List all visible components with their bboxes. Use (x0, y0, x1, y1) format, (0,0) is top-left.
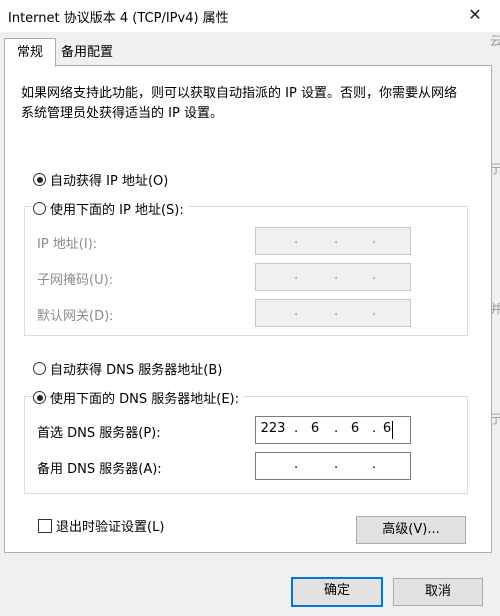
dns-manual-label: 使用下面的 DNS 服务器地址(E): (50, 388, 243, 407)
octet-separator: . (372, 232, 377, 247)
octet-separator: . (334, 232, 339, 247)
ok-button[interactable]: 确定 (291, 577, 383, 607)
description-text: 如果网络支持此功能，则可以获取自动指派的 IP 设置。否则，你需要从网络系统管理… (21, 86, 457, 121)
octet-separator: . (294, 268, 299, 283)
default-gateway-input[interactable]: . . . (255, 299, 411, 327)
ip-manual-radio[interactable] (33, 202, 46, 215)
background-fragment: 云 (490, 34, 500, 48)
alternate-dns-label: 备用 DNS 服务器(A): (37, 462, 162, 477)
octet-separator: . (294, 304, 299, 319)
octet-separator: . (294, 457, 299, 472)
advanced-button[interactable]: 高级(V)... (356, 516, 466, 544)
ip-manual-label: 使用下面的 IP 地址(S): (50, 199, 188, 218)
ip-auto-label: 自动获得 IP 地址(O) (50, 174, 169, 189)
tab-general[interactable]: 常规 (4, 38, 56, 67)
octet-separator: . (334, 304, 339, 319)
ip-address-input[interactable]: . . . (255, 227, 411, 255)
alternate-dns-input[interactable]: . . . (255, 452, 411, 480)
validate-on-exit-label: 退出时验证设置(L) (56, 520, 165, 535)
dns-auto-label: 自动获得 DNS 服务器地址(B) (50, 363, 223, 378)
tab-alternate-config[interactable]: 备用配置 (56, 40, 118, 66)
ip-octet: 6 (350, 421, 360, 436)
default-gateway-label: 默认网关(D): (37, 309, 114, 324)
close-icon[interactable]: ✕ (462, 2, 488, 28)
octet-separator: . (294, 232, 299, 247)
preferred-dns-label: 首选 DNS 服务器(P): (37, 426, 161, 441)
window-title: Internet 协议版本 4 (TCP/IPv4) 属性 (8, 11, 229, 26)
dns-manual-radio[interactable] (33, 391, 46, 404)
subnet-mask-label: 子网掩码(U): (37, 273, 114, 288)
octet-separator: . (372, 304, 377, 319)
validate-on-exit-checkbox[interactable] (38, 519, 52, 533)
ip-octet: 6 (382, 421, 392, 436)
ip-octet: 223 (260, 421, 286, 436)
dns-auto-radio[interactable] (33, 362, 46, 375)
subnet-mask-input[interactable]: . . . (255, 263, 411, 291)
ip-address-label: IP 地址(I): (37, 237, 98, 252)
octet-separator: . (372, 268, 377, 283)
octet-separator: . (334, 457, 339, 472)
text-caret (392, 421, 393, 439)
preferred-dns-input[interactable]: 223 . 6 . 6 . 6 (255, 416, 411, 444)
cancel-button[interactable]: 取消 (393, 578, 483, 606)
octet-separator: . (334, 268, 339, 283)
ip-auto-radio[interactable] (33, 173, 46, 186)
octet-separator: . (372, 457, 377, 472)
ip-octet: 6 (310, 421, 320, 436)
